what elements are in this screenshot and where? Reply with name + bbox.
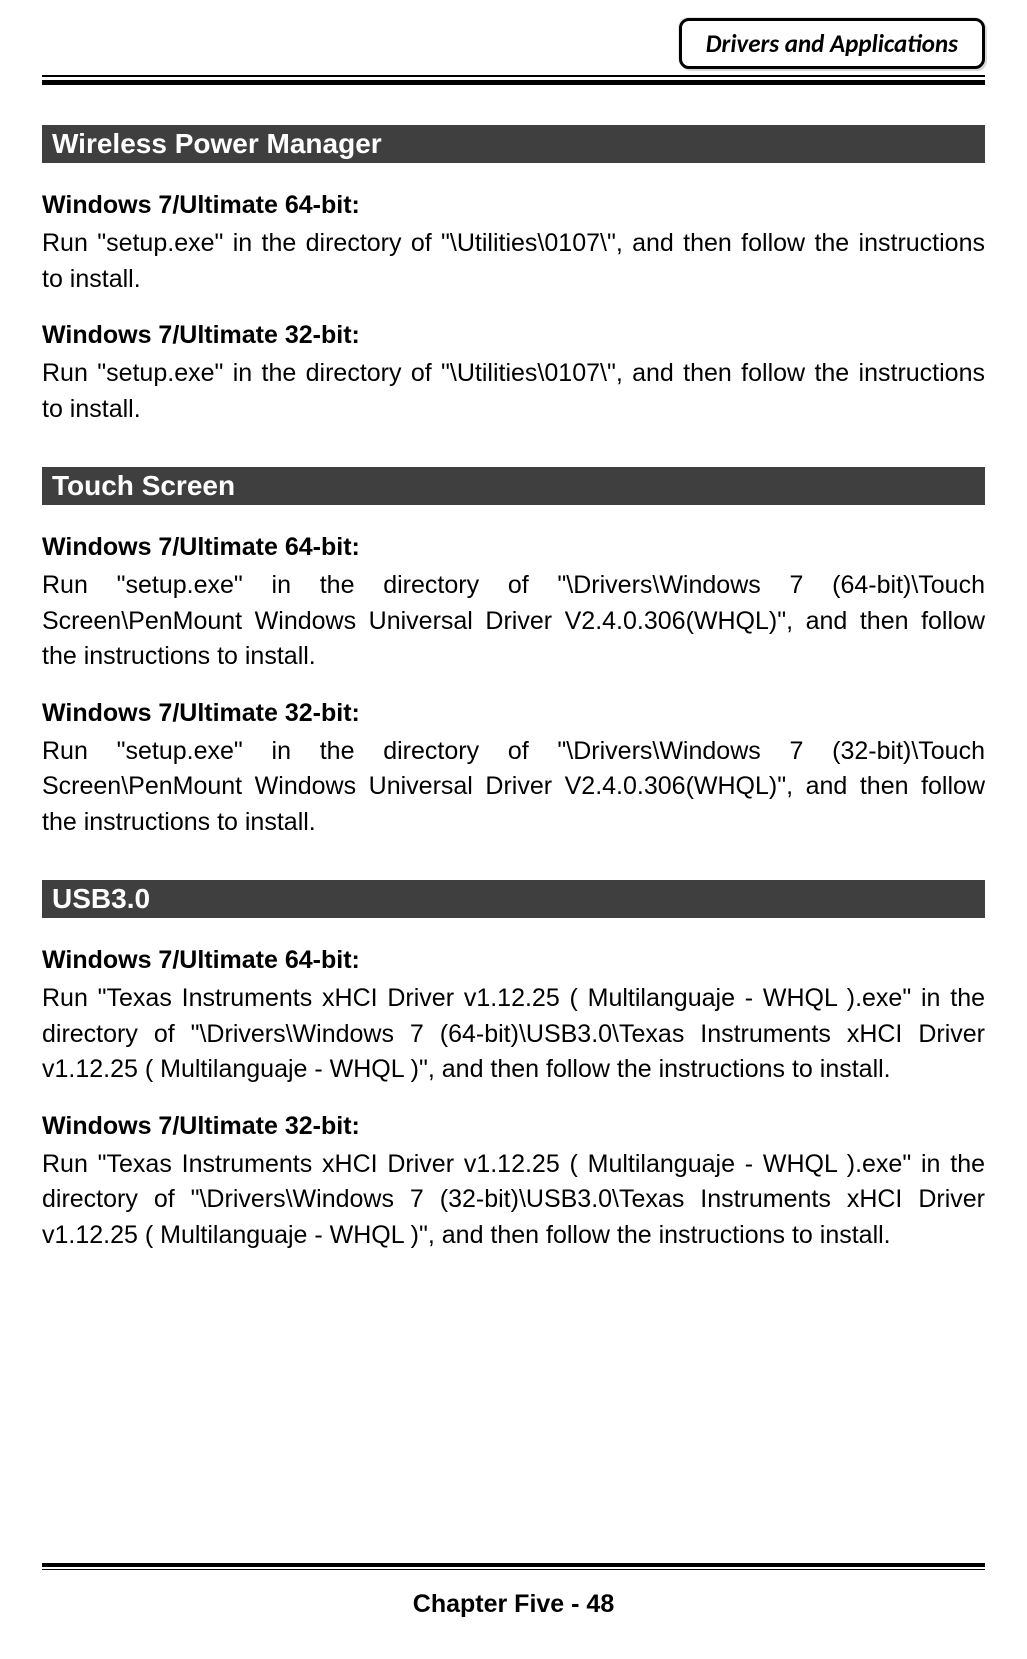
subheading: Windows 7/Ultimate 64-bit: <box>42 946 985 975</box>
body-text: Run "setup.exe" in the directory of "\Ut… <box>42 356 985 427</box>
instruction-group: Windows 7/Ultimate 64-bit: Run "setup.ex… <box>42 191 985 297</box>
page-header: Drivers and Applications <box>18 18 1009 69</box>
body-text: Run "setup.exe" in the directory of "\Dr… <box>42 734 985 841</box>
subheading: Windows 7/Ultimate 32-bit: <box>42 1112 985 1141</box>
subheading: Windows 7/Ultimate 32-bit: <box>42 321 985 350</box>
section-title-wireless-power-manager: Wireless Power Manager <box>42 125 985 163</box>
footer-text: Chapter Five - 48 <box>18 1590 1009 1619</box>
instruction-group: Windows 7/Ultimate 64-bit: Run "Texas In… <box>42 946 985 1088</box>
instruction-group: Windows 7/Ultimate 64-bit: Run "setup.ex… <box>42 533 985 675</box>
header-rule-thin <box>42 75 985 77</box>
page-footer: Chapter Five - 48 <box>18 1563 1009 1619</box>
body-text: Run "Texas Instruments xHCI Driver v1.12… <box>42 981 985 1088</box>
body-text: Run "setup.exe" in the directory of "\Dr… <box>42 568 985 675</box>
subheading: Windows 7/Ultimate 32-bit: <box>42 699 985 728</box>
footer-rule-thick <box>42 1563 985 1567</box>
body-text: Run "setup.exe" in the directory of "\Ut… <box>42 226 985 297</box>
instruction-group: Windows 7/Ultimate 32-bit: Run "Texas In… <box>42 1112 985 1254</box>
body-text: Run "Texas Instruments xHCI Driver v1.12… <box>42 1147 985 1254</box>
instruction-group: Windows 7/Ultimate 32-bit: Run "setup.ex… <box>42 321 985 427</box>
subheading: Windows 7/Ultimate 64-bit: <box>42 191 985 220</box>
page-content: Wireless Power Manager Windows 7/Ultimat… <box>18 85 1009 1253</box>
section-title-touch-screen: Touch Screen <box>42 467 985 505</box>
header-badge: Drivers and Applications <box>679 18 985 69</box>
instruction-group: Windows 7/Ultimate 32-bit: Run "setup.ex… <box>42 699 985 841</box>
section-title-usb3: USB3.0 <box>42 880 985 918</box>
footer-rule-thin <box>42 1569 985 1570</box>
subheading: Windows 7/Ultimate 64-bit: <box>42 533 985 562</box>
